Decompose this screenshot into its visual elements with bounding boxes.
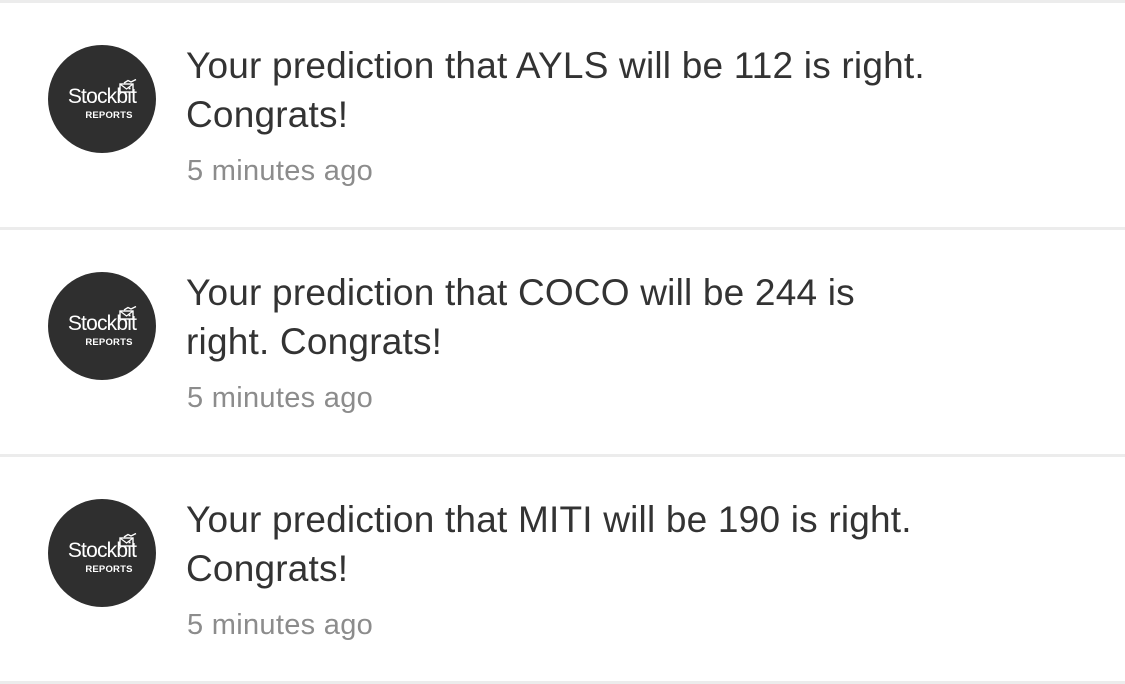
notification-list: Stockbit REPORTS Your prediction that AY… — [0, 0, 1125, 684]
avatar-sub: REPORTS — [85, 564, 133, 575]
notification-message: Your prediction that COCO will be 244 is… — [186, 272, 855, 362]
notification-time: 5 minutes ago — [187, 382, 374, 414]
notification-time: 5 minutes ago — [187, 609, 374, 641]
avatar-sub: REPORTS — [85, 337, 133, 348]
avatar: Stockbit REPORTS — [48, 272, 156, 380]
avatar: Stockbit REPORTS — [48, 45, 156, 153]
avatar-brand: Stockbit — [67, 85, 137, 108]
notification-item[interactable]: Stockbit REPORTS Your prediction that CO… — [0, 230, 1125, 454]
avatar-sub: REPORTS — [85, 110, 133, 121]
notification-message: Your prediction that MITI will be 190 is… — [186, 499, 912, 589]
notification-message: Your prediction that AYLS will be 112 is… — [186, 45, 925, 135]
notification-item[interactable]: Stockbit REPORTS Your prediction that AY… — [0, 3, 1125, 227]
avatar: Stockbit REPORTS — [48, 499, 156, 607]
notification-item[interactable]: Stockbit REPORTS Your prediction that MI… — [0, 457, 1125, 681]
avatar-brand: Stockbit — [67, 312, 137, 335]
avatar-brand: Stockbit — [67, 539, 137, 562]
notification-time: 5 minutes ago — [187, 155, 374, 187]
